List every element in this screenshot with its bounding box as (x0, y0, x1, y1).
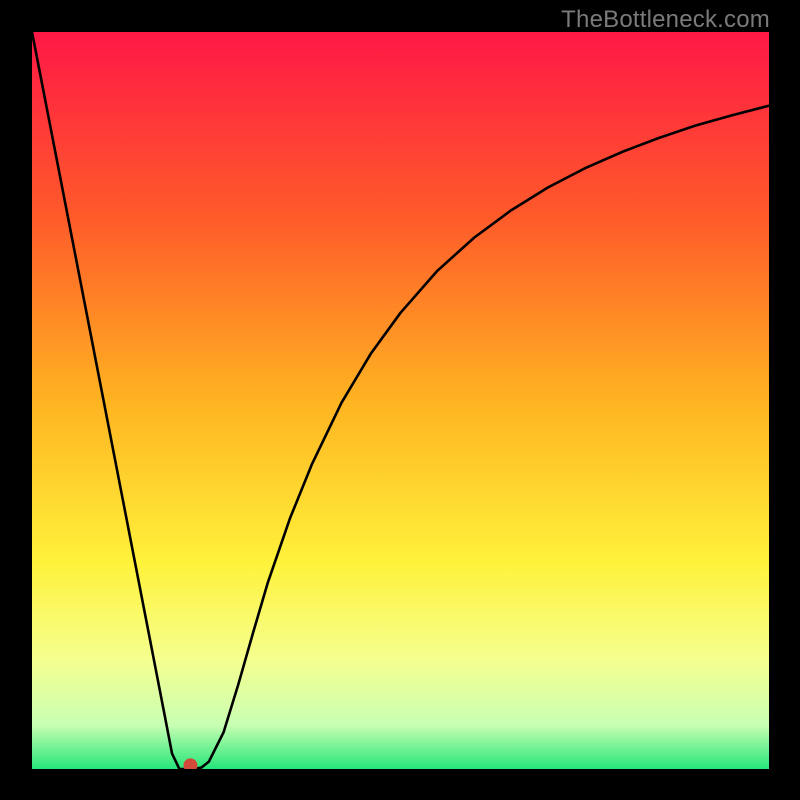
chart-container: TheBottleneck.com (0, 0, 800, 800)
plot-area (32, 32, 769, 769)
marker-dot (183, 758, 197, 769)
bottleneck-curve-line (32, 32, 769, 769)
curve-layer (32, 32, 769, 769)
watermark-text: TheBottleneck.com (561, 6, 770, 34)
